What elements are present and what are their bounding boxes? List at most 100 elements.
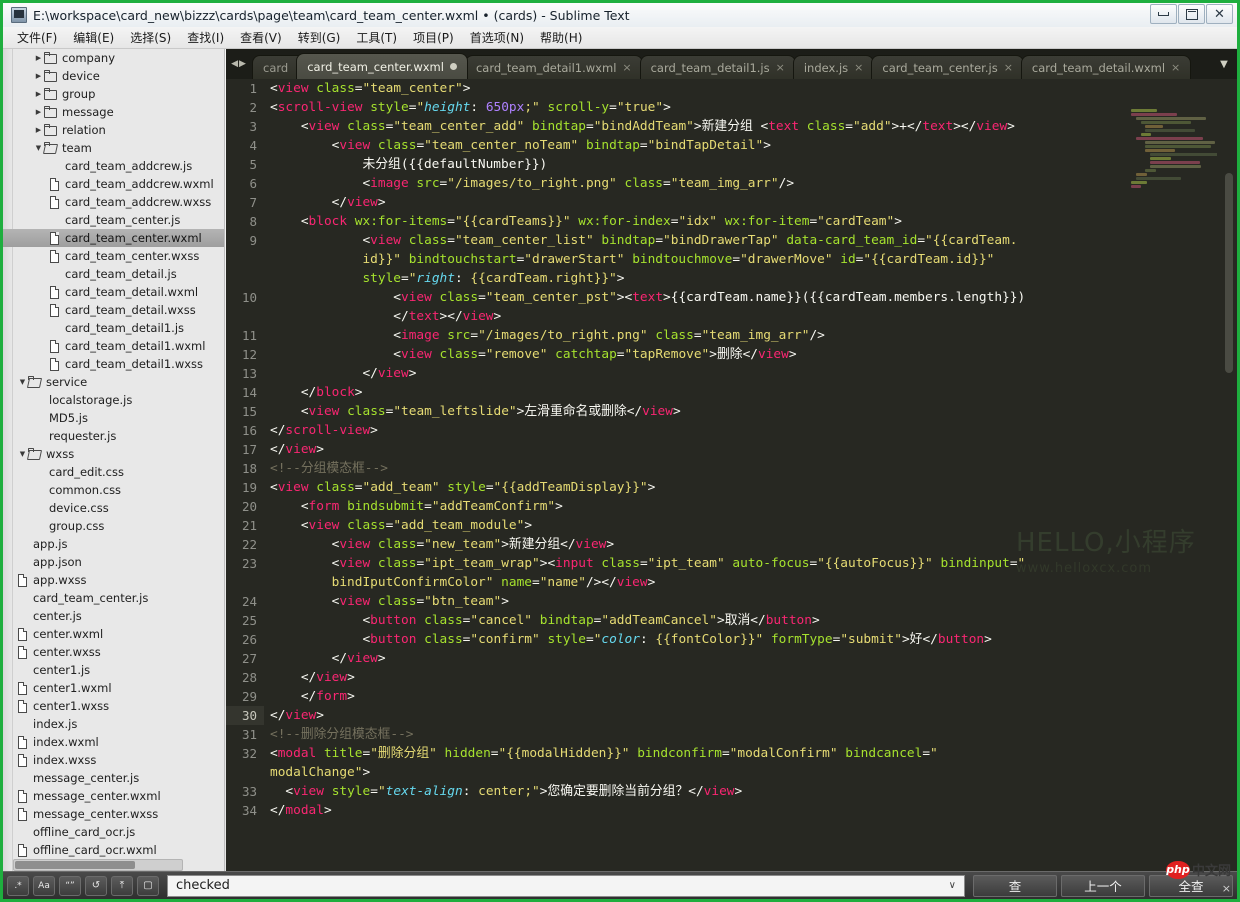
sidebar-item[interactable]: center.wxml (3, 625, 224, 643)
tab-card-team-detail1-js[interactable]: card_team_detail1.js × (639, 55, 796, 79)
code-line[interactable]: <view class="team_center_add" bindtap="b… (270, 117, 1190, 136)
chevron-right-icon[interactable] (33, 126, 44, 134)
chevron-down-icon[interactable] (17, 450, 28, 458)
chevron-down-icon[interactable] (33, 144, 44, 152)
code-line[interactable]: </form> (270, 687, 1190, 706)
code-line[interactable]: <!--分组模态框--> (270, 459, 1190, 478)
sidebar-item[interactable]: card_team_detail1.wxml (3, 337, 224, 355)
code-line[interactable]: <button class="confirm" style="color: {{… (270, 630, 1190, 649)
code-line[interactable]: </view> (270, 649, 1190, 668)
sidebar-item[interactable]: card_team_detail1.wxss (3, 355, 224, 373)
tab-list-dropdown-icon[interactable]: ▼ (1211, 49, 1237, 79)
sidebar-item[interactable]: localstorage.js (3, 391, 224, 409)
sidebar-item[interactable]: card_team_detail.wxml (3, 283, 224, 301)
menu-item-9[interactable]: 帮助(H) (532, 27, 590, 48)
sidebar-item[interactable]: index.js (3, 715, 224, 733)
sidebar-item[interactable]: card_edit.css (3, 463, 224, 481)
chevron-right-icon[interactable] (33, 72, 44, 80)
find-action-button-1[interactable]: 上一个 (1061, 874, 1145, 897)
sidebar-item[interactable]: app.wxss (3, 571, 224, 589)
sidebar-scroll-area[interactable]: company device group message relation team car… (3, 49, 224, 871)
menu-item-4[interactable]: 查看(V) (232, 27, 290, 48)
tab-close-icon[interactable]: × (1004, 61, 1013, 74)
source-code[interactable]: <view class="team_center"> <scroll-view s… (270, 79, 1190, 871)
sidebar-item[interactable]: MD5.js (3, 409, 224, 427)
code-line[interactable]: <view class="remove" catchtap="tapRemove… (270, 345, 1190, 364)
sidebar-item[interactable]: card_team_center.js (3, 211, 224, 229)
sidebar-horizontal-scrollbar[interactable] (13, 859, 183, 871)
code-line[interactable]: <view class="team_center_list" bindtap="… (270, 231, 1190, 250)
tab-index-js[interactable]: index.js × (792, 55, 875, 79)
code-line[interactable]: <modal title="删除分组" hidden="{{modalHidde… (270, 744, 1190, 763)
code-line[interactable]: id}}" bindtouchstart="drawerStart" bindt… (270, 250, 1190, 269)
menu-item-7[interactable]: 项目(P) (405, 27, 462, 48)
menu-item-0[interactable]: 文件(F) (9, 27, 65, 48)
sidebar-item[interactable]: center1.js (3, 661, 224, 679)
menu-item-2[interactable]: 选择(S) (122, 27, 179, 48)
sidebar-item[interactable]: message_center.js (3, 769, 224, 787)
search-input[interactable]: checked ∨ (167, 874, 965, 897)
tab-close-icon[interactable]: × (854, 61, 863, 74)
code-line[interactable]: </scroll-view> (270, 421, 1190, 440)
sidebar-item[interactable]: offline_card_ocr.js (3, 823, 224, 841)
code-line[interactable]: <image src="/images/to_right.png" class=… (270, 174, 1190, 193)
code-line[interactable]: <!--删除分组模态框--> (270, 725, 1190, 744)
menu-item-3[interactable]: 查找(I) (179, 27, 232, 48)
sidebar-item[interactable]: index.wxss (3, 751, 224, 769)
find-toggle-regex[interactable]: .* (7, 875, 29, 896)
tab-close-icon[interactable]: × (622, 61, 631, 74)
code-line[interactable]: </view> (270, 440, 1190, 459)
chevron-right-icon[interactable] (33, 90, 44, 98)
sidebar-item[interactable]: index.wxml (3, 733, 224, 751)
sidebar-item[interactable]: team (3, 139, 224, 157)
find-toggle-wrap[interactable]: ↺ (85, 875, 107, 896)
code-line[interactable]: <view class="add_team_module"> (270, 516, 1190, 535)
code-area[interactable]: 1 2 3 4 5 6 7 8 9 10 11 12 13 14 15 16 17 18 19 20 21 22 23 24 2… (226, 79, 1237, 871)
tab-card[interactable]: card (252, 55, 300, 79)
sidebar-item[interactable]: center.wxss (3, 643, 224, 661)
sidebar-item[interactable]: card_team_center.js (3, 589, 224, 607)
tab-close-icon[interactable]: × (776, 61, 785, 74)
vertical-scrollbar[interactable] (1225, 113, 1233, 871)
code-line[interactable]: </view> (270, 364, 1190, 383)
code-line[interactable]: <view style="text-align: center;">您确定要删除… (270, 782, 1190, 801)
sidebar-item[interactable]: center1.wxss (3, 697, 224, 715)
code-line[interactable]: <view class="team_center_pst"><text>{{ca… (270, 288, 1190, 307)
chevron-right-icon[interactable] (33, 54, 44, 62)
code-line[interactable]: <view class="add_team" style="{{addTeamD… (270, 478, 1190, 497)
sidebar-item[interactable]: card_team_addcrew.js (3, 157, 224, 175)
sidebar-item[interactable]: requester.js (3, 427, 224, 445)
close-button[interactable]: ✕ (1206, 4, 1233, 24)
tab-card-team-center-wxml[interactable]: card_team_center.wxml (296, 53, 468, 79)
sidebar-item[interactable]: center.js (3, 607, 224, 625)
tab-nav-arrows[interactable]: ◀ ▶ (226, 49, 252, 79)
code-minimap[interactable] (1131, 109, 1217, 189)
sidebar-item[interactable]: service (3, 373, 224, 391)
tab-card-team-detail-wxml[interactable]: card_team_detail.wxml × (1020, 55, 1192, 79)
menu-item-8[interactable]: 首选项(N) (462, 27, 532, 48)
sidebar-item[interactable]: app.json (3, 553, 224, 571)
code-line[interactable]: <view class="ipt_team_wrap"><input class… (270, 554, 1190, 573)
code-line[interactable]: <view class="team_center"> (270, 79, 1190, 98)
menu-item-5[interactable]: 转到(G) (290, 27, 349, 48)
sidebar-item[interactable]: message (3, 103, 224, 121)
find-toggle-case-sensitive[interactable]: Aa (33, 875, 55, 896)
code-line[interactable]: <button class="cancel" bindtap="addTeamC… (270, 611, 1190, 630)
sidebar-item[interactable]: center1.wxml (3, 679, 224, 697)
sidebar-item[interactable]: card_team_detail.wxss (3, 301, 224, 319)
tab-close-icon[interactable]: × (1171, 61, 1180, 74)
sidebar-item[interactable]: group.css (3, 517, 224, 535)
sidebar-item[interactable]: offline_card_ocr.wxml (3, 841, 224, 859)
sidebar-item[interactable]: app.js (3, 535, 224, 553)
sidebar-item[interactable]: card_team_detail.js (3, 265, 224, 283)
code-line[interactable]: <image src="/images/to_right.png" class=… (270, 326, 1190, 345)
code-line[interactable]: <view class="new_team">新建分组</view> (270, 535, 1190, 554)
chevron-down-icon[interactable]: ∨ (949, 880, 956, 891)
maximize-button[interactable] (1178, 4, 1205, 24)
sidebar-item[interactable]: card_team_detail1.js (3, 319, 224, 337)
code-line[interactable]: </view> (270, 193, 1190, 212)
find-action-button-0[interactable]: 查 (973, 874, 1057, 897)
code-line[interactable]: <view class="team_leftslide">左滑重命名或删除</v… (270, 402, 1190, 421)
sidebar-item[interactable]: device (3, 67, 224, 85)
sidebar-item[interactable]: device.css (3, 499, 224, 517)
